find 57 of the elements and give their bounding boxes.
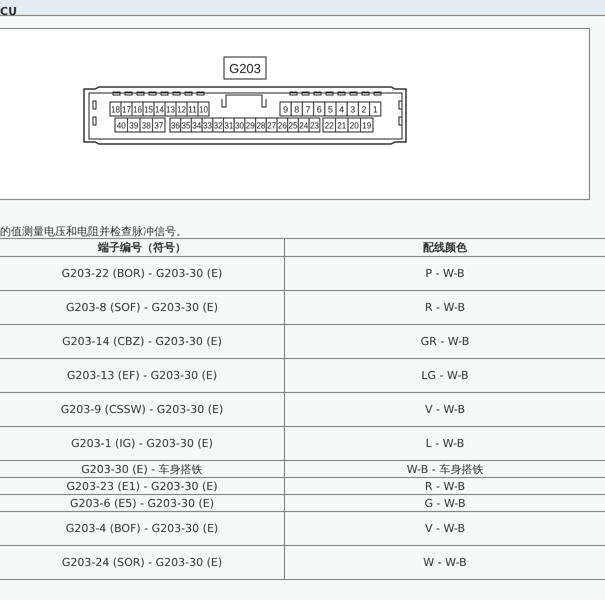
connector-label: G203 xyxy=(229,61,261,76)
pin-number: 40 xyxy=(116,120,127,130)
pin-number: 12 xyxy=(177,104,188,114)
terminal-cell: G203-22 (BOR) - G203-30 (E) xyxy=(0,256,284,290)
pin-number: 36 xyxy=(170,120,181,130)
pin-number: 18 xyxy=(111,104,122,114)
pin-number: 2 xyxy=(362,104,367,114)
terminal-cell: G203-6 (E5) - G203-30 (E) xyxy=(0,494,284,512)
pin-number: 30 xyxy=(235,120,246,130)
pin-number: 15 xyxy=(144,104,154,114)
pin-number: 29 xyxy=(246,120,256,130)
pin-number: 33 xyxy=(202,120,213,130)
pin-number: 37 xyxy=(154,120,164,130)
terminal-cell: G203-24 (SOR) - G203-30 (E) xyxy=(0,546,284,580)
pin-number: 26 xyxy=(278,120,288,130)
terminal-cell: G203-30 (E) - 车身搭铁 xyxy=(0,460,284,478)
pin-number: 5 xyxy=(328,104,333,114)
pin-number: 27 xyxy=(267,120,278,130)
pin-number: 25 xyxy=(288,120,299,130)
terminal-cell: G203-1 (IG) - G203-30 (E) xyxy=(0,426,284,460)
pin-number: 20 xyxy=(350,120,360,130)
pin-number: 9 xyxy=(283,104,288,114)
pin-number: 39 xyxy=(129,120,140,130)
pin-number: 3 xyxy=(350,104,356,114)
instruction-text: 的值测量电压和电阻并检查脉冲信号。 xyxy=(0,226,188,238)
pin-number: 17 xyxy=(122,104,132,114)
pin-number: 4 xyxy=(339,104,344,114)
pin-number: 10 xyxy=(199,104,210,114)
pin-number: 1 xyxy=(372,104,378,114)
terminal-cell: G203-13 (EF) - G203-30 (E) xyxy=(0,358,284,392)
pin-number: 23 xyxy=(310,120,320,130)
terminal-cell: G203-9 (CSSW) - G203-30 (E) xyxy=(0,392,284,426)
pin-number: 7 xyxy=(306,104,311,114)
column-header: 端子编号（符号） xyxy=(0,238,284,256)
terminal-cell: G203-8 (SOF) - G203-30 (E) xyxy=(0,290,284,324)
pin-number: 32 xyxy=(214,120,224,130)
terminal-cell: G203-4 (BOF) - G203-30 (E) xyxy=(0,512,284,546)
pin-number: 8 xyxy=(294,104,300,114)
pin-number: 21 xyxy=(337,120,348,130)
pin-number: 13 xyxy=(166,104,176,114)
pin-number: 19 xyxy=(362,120,372,130)
pin-number: 35 xyxy=(182,120,192,130)
pin-number: 6 xyxy=(316,104,322,114)
terminal-cell: G203-14 (CBZ) - G203-30 (E) xyxy=(0,324,284,358)
connector-label-frame xyxy=(224,56,266,80)
pin-number: 11 xyxy=(188,104,198,114)
pin-number: 16 xyxy=(133,104,144,114)
pin-number: 24 xyxy=(299,120,310,130)
pin-number: 31 xyxy=(224,120,234,130)
section-title: CU xyxy=(0,5,18,18)
pin-number: 38 xyxy=(142,120,152,130)
terminal-cell: G203-23 (E1) - G203-30 (E) xyxy=(0,478,284,494)
column-header: 配线颜色 xyxy=(284,238,605,256)
pin-number: 14 xyxy=(155,104,166,114)
pin-number: 34 xyxy=(192,120,202,130)
pin-number: 22 xyxy=(324,120,335,130)
pin-number: 28 xyxy=(256,120,266,130)
